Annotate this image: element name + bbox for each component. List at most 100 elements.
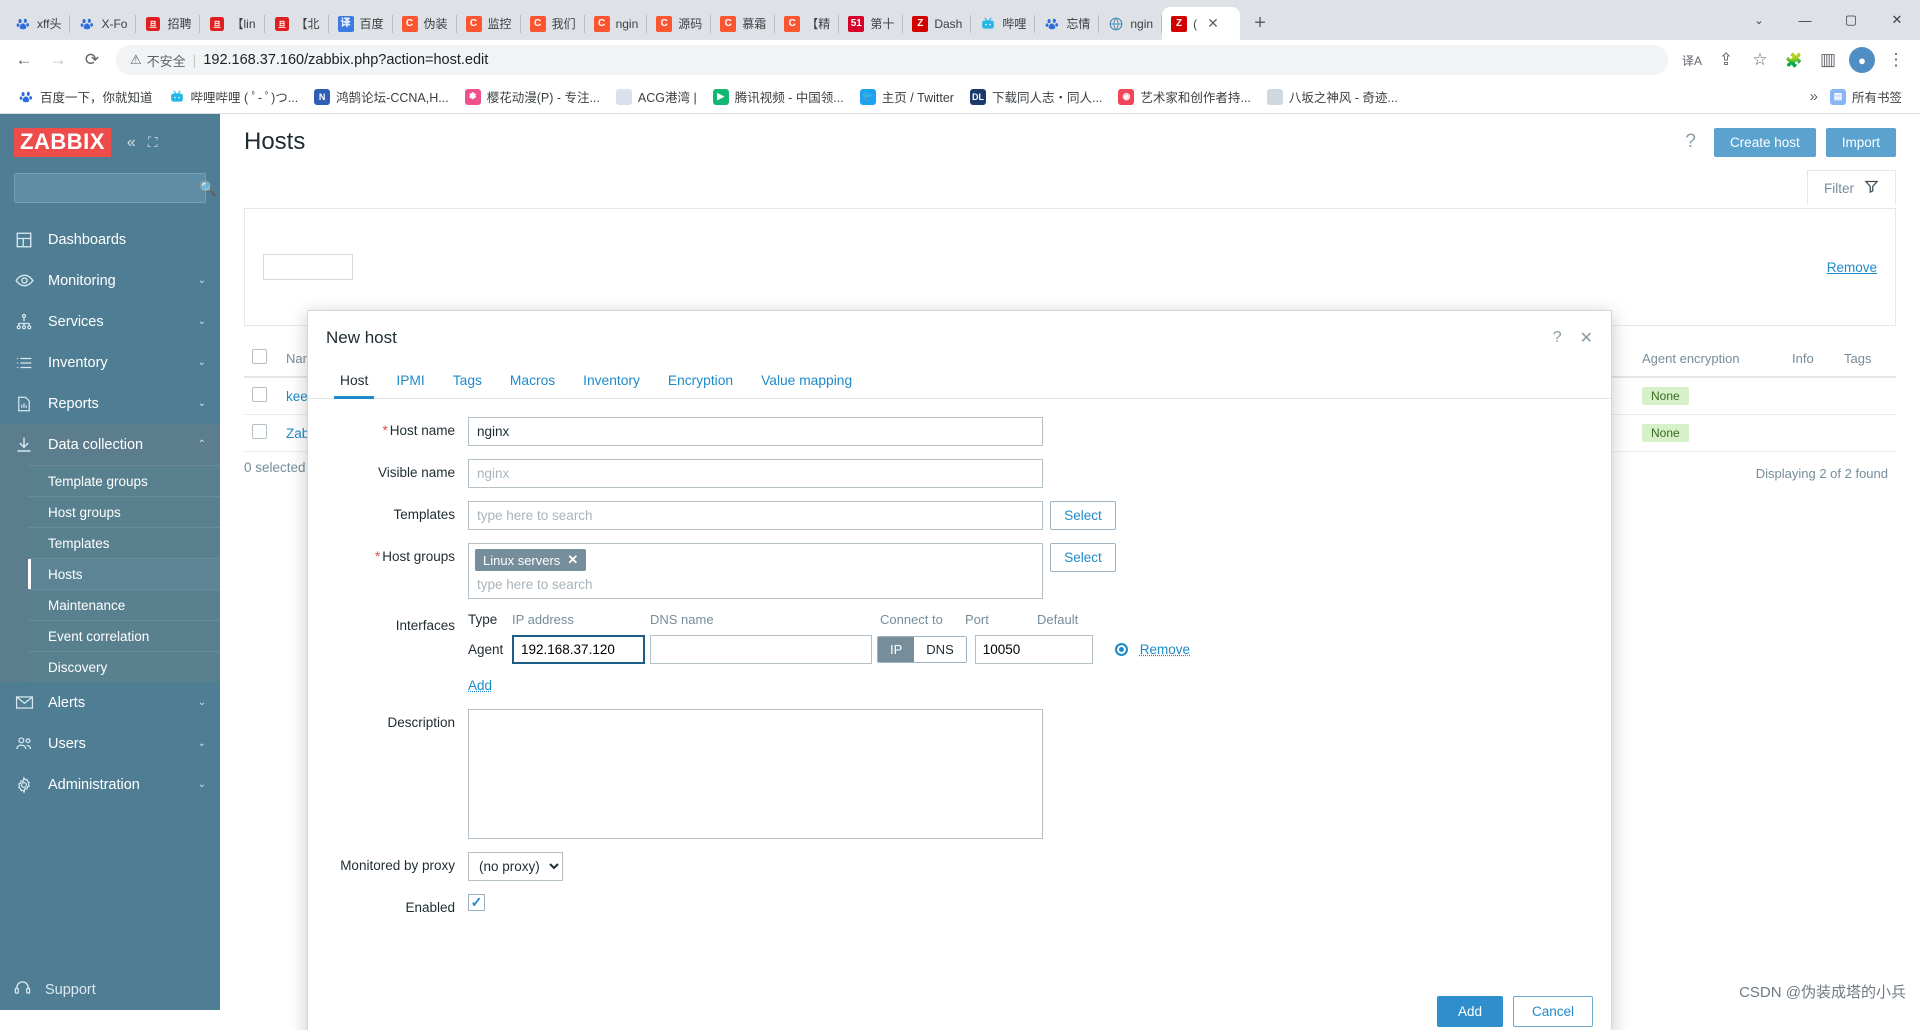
profile-avatar[interactable]: ● xyxy=(1846,44,1878,76)
modal-tab-encryption[interactable]: Encryption xyxy=(654,365,747,398)
chevron-down-icon[interactable]: ⌄ xyxy=(198,316,206,327)
modal-help-icon[interactable]: ? xyxy=(1553,329,1562,347)
modal-tab-inventory[interactable]: Inventory xyxy=(569,365,654,398)
bookmark-item-4[interactable]: ACG港湾 | xyxy=(608,83,705,110)
modal-tab-macros[interactable]: Macros xyxy=(496,365,569,398)
iface-remove-link[interactable]: Remove xyxy=(1140,642,1190,657)
browser-tab-15[interactable]: 哔哩 xyxy=(971,7,1036,40)
bookmark-star-icon[interactable]: ☆ xyxy=(1744,44,1776,76)
chevron-down-icon[interactable]: ⌄ xyxy=(198,738,206,749)
close-icon[interactable]: ✕ xyxy=(567,552,578,568)
host-groups-multiselect[interactable]: Linux servers ✕ xyxy=(468,543,1043,599)
bookmark-item-7[interactable]: DL 下载同人志・同人... xyxy=(962,83,1110,110)
browser-tab-9[interactable]: Cngin xyxy=(585,7,648,40)
sidebar-item-data-collection[interactable]: Data collection ⌃ xyxy=(0,424,220,465)
create-host-button[interactable]: Create host xyxy=(1713,127,1816,157)
back-button[interactable]: ← xyxy=(8,44,40,76)
sidebar-item-support[interactable]: Support xyxy=(0,969,220,1010)
chevron-down-icon[interactable]: ⌄ xyxy=(198,357,206,368)
chevron-down-icon[interactable]: ⌄ xyxy=(198,779,206,790)
new-tab-button[interactable]: + xyxy=(1246,9,1274,37)
minimize-button[interactable]: — xyxy=(1782,0,1828,40)
help-icon[interactable]: ? xyxy=(1685,131,1696,153)
sidebar-item-administration[interactable]: Administration ⌄ xyxy=(0,764,220,805)
browser-tab-11[interactable]: C 慕霜 xyxy=(711,7,776,40)
browser-tab-7[interactable]: C 监控 xyxy=(457,7,521,40)
modal-tab-host[interactable]: Host xyxy=(326,365,382,399)
close-window-button[interactable]: ✕ xyxy=(1874,0,1920,40)
bookmark-item-2[interactable]: N 鸿鹄论坛-CCNA,H... xyxy=(306,83,457,110)
select-all-checkbox[interactable] xyxy=(252,349,267,364)
tab-close-icon[interactable]: ✕ xyxy=(1207,15,1219,32)
browser-tab-8[interactable]: C 我们 xyxy=(521,7,585,40)
connect-to-toggle[interactable]: IP DNS xyxy=(877,636,967,663)
share-icon[interactable]: ⇪ xyxy=(1710,44,1742,76)
browser-tab-16[interactable]: 忘情 xyxy=(1035,7,1100,40)
host-group-chip[interactable]: Linux servers ✕ xyxy=(475,549,587,571)
sidebar-item-services[interactable]: Services ⌄ xyxy=(0,301,220,342)
side-panel-icon[interactable]: ▥ xyxy=(1812,44,1844,76)
sidebar-subitem-discovery[interactable]: Discovery xyxy=(28,651,220,682)
modal-close-icon[interactable]: ✕ xyxy=(1580,328,1593,348)
host-groups-search-input[interactable] xyxy=(475,571,1036,596)
bookmark-item-9[interactable]: 八坂之神风 - 奇迹... xyxy=(1259,83,1406,110)
modal-tab-tags[interactable]: Tags xyxy=(439,365,496,398)
browser-tab-0[interactable]: xff头 xyxy=(6,7,71,40)
bookmark-item-5[interactable]: ▶ 腾讯视频 - 中国领... xyxy=(705,83,852,110)
browser-tab-12[interactable]: C 【精 xyxy=(775,7,840,40)
translate-icon[interactable]: 译A xyxy=(1676,44,1708,76)
filter-input[interactable] xyxy=(263,254,353,280)
sidebar-subitem-host-groups[interactable]: Host groups xyxy=(28,496,220,527)
zabbix-logo[interactable]: ZABBIX xyxy=(14,128,111,157)
chevron-down-icon[interactable]: ⌄ xyxy=(198,275,206,286)
sidebar-subitem-maintenance[interactable]: Maintenance xyxy=(28,589,220,620)
browser-tab-10[interactable]: C 源码 xyxy=(647,7,712,40)
sidebar-subitem-template-groups[interactable]: Template groups xyxy=(28,465,220,496)
connect-ip-option[interactable]: IP xyxy=(878,637,915,662)
chevron-down-icon[interactable]: ⌄ xyxy=(198,697,206,708)
row-checkbox[interactable] xyxy=(252,387,267,402)
modal-tab-ipmi[interactable]: IPMI xyxy=(382,365,438,398)
sidebar-item-reports[interactable]: Reports ⌄ xyxy=(0,383,220,424)
security-indicator[interactable]: ⚠ 不安全 xyxy=(130,51,186,70)
iface-dns-input[interactable] xyxy=(650,635,872,664)
sidebar-search-input[interactable] xyxy=(23,180,199,196)
sidebar-subitem-templates[interactable]: Templates xyxy=(28,527,220,558)
browser-tab-5[interactable]: 译百度 xyxy=(329,7,393,40)
all-bookmarks-button[interactable]: ▤ 所有书签 xyxy=(1822,83,1910,110)
connect-dns-option[interactable]: DNS xyxy=(914,637,966,662)
sidebar-item-inventory[interactable]: Inventory ⌄ xyxy=(0,342,220,383)
forward-button[interactable]: → xyxy=(42,44,74,76)
chevron-up-icon[interactable]: ⌃ xyxy=(198,439,206,450)
browser-tab-1[interactable]: X-Fo xyxy=(70,7,137,40)
browser-tab-13[interactable]: 51 第十 xyxy=(839,7,904,40)
import-button[interactable]: Import xyxy=(1825,127,1896,157)
chevron-down-icon[interactable]: ⌄ xyxy=(198,398,206,409)
tab-search-button[interactable]: ⌄ xyxy=(1736,0,1782,40)
sidebar-subitem-hosts[interactable]: Hosts xyxy=(28,558,220,589)
sidebar-expand-icon[interactable]: ⛶ xyxy=(148,134,158,151)
filter-remove-link[interactable]: Remove xyxy=(1827,260,1877,275)
chrome-menu-icon[interactable]: ⋮ xyxy=(1880,44,1912,76)
address-bar[interactable]: ⚠ 不安全 | 192.168.37.160/zabbix.php?action… xyxy=(116,45,1668,75)
browser-tab-3[interactable]: 旦【lin xyxy=(200,7,265,40)
modal-tab-value-mapping[interactable]: Value mapping xyxy=(747,365,866,398)
sidebar-item-dashboards[interactable]: Dashboards xyxy=(0,219,220,260)
modal-cancel-button[interactable]: Cancel xyxy=(1512,995,1593,1027)
host-groups-select-button[interactable]: Select xyxy=(1050,543,1116,572)
browser-tab-14[interactable]: Z Dash xyxy=(903,7,972,40)
iface-port-input[interactable] xyxy=(974,635,1093,664)
row-checkbox[interactable] xyxy=(252,424,267,439)
bookmark-item-8[interactable]: ◉ 艺术家和创作者持... xyxy=(1110,83,1258,110)
browser-tab-4[interactable]: 旦【北 xyxy=(265,7,329,40)
templates-input[interactable] xyxy=(468,501,1043,530)
sidebar-item-users[interactable]: Users ⌄ xyxy=(0,723,220,764)
browser-tab-6[interactable]: C 伪装 xyxy=(393,7,457,40)
reload-button[interactable]: ⟳ xyxy=(76,44,108,76)
description-textarea[interactable] xyxy=(468,709,1043,839)
visible-name-input[interactable] xyxy=(468,459,1043,488)
sidebar-item-alerts[interactable]: Alerts ⌄ xyxy=(0,682,220,723)
sidebar-search[interactable]: 🔍 xyxy=(14,173,216,203)
browser-tab-17[interactable]: ngin xyxy=(1099,7,1162,40)
enabled-checkbox[interactable]: ✓ xyxy=(468,894,485,911)
